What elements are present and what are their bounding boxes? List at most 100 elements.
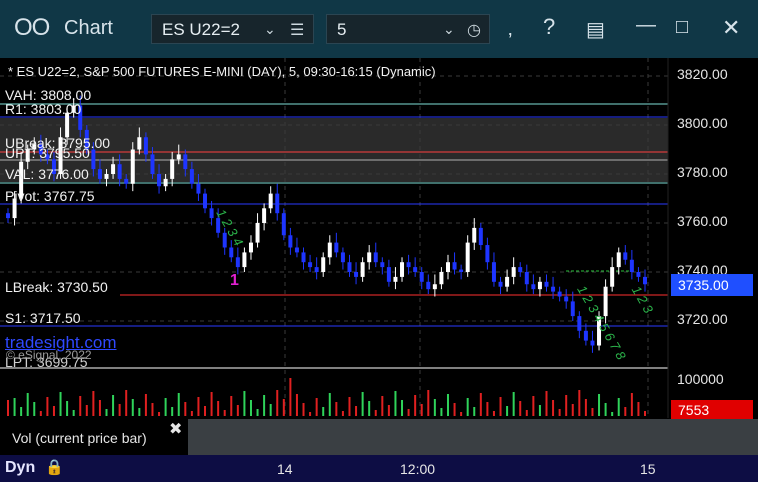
volume-bar bbox=[571, 404, 574, 416]
volume-bar bbox=[184, 402, 187, 416]
candle-body bbox=[373, 252, 378, 263]
panel-resize-strip[interactable] bbox=[188, 419, 758, 455]
volume-bar bbox=[624, 407, 627, 416]
volume-bar bbox=[532, 396, 535, 416]
dynamic-mode-button[interactable]: Dyn bbox=[5, 459, 35, 477]
candle-body bbox=[268, 193, 273, 209]
candle-body bbox=[308, 262, 313, 268]
volume-bar bbox=[355, 406, 358, 416]
candle-body bbox=[340, 252, 345, 263]
lock-icon[interactable]: 🔒 bbox=[45, 458, 64, 476]
volume-bar bbox=[197, 397, 200, 416]
volume-bar bbox=[407, 409, 410, 416]
volume-bar bbox=[538, 405, 541, 416]
volume-bar bbox=[269, 404, 272, 416]
candle-body bbox=[189, 169, 194, 184]
volume-bar bbox=[401, 400, 404, 416]
volume-bar bbox=[158, 412, 161, 416]
volume-bar bbox=[249, 400, 252, 416]
volume-bar bbox=[479, 393, 482, 416]
volume-max-label: 100000 bbox=[677, 371, 724, 387]
candle-body bbox=[518, 267, 523, 272]
candle-body bbox=[478, 227, 483, 246]
candle-body bbox=[557, 291, 562, 297]
volume-bar bbox=[420, 404, 423, 416]
volume-bar bbox=[118, 404, 121, 416]
candle-body bbox=[124, 178, 129, 184]
volume-bar bbox=[381, 396, 384, 416]
candle-body bbox=[242, 252, 247, 268]
candle-body bbox=[498, 281, 503, 287]
volume-bar bbox=[236, 405, 239, 416]
candle-body bbox=[163, 178, 168, 187]
candle-body bbox=[255, 223, 260, 243]
candle-body bbox=[111, 164, 116, 174]
candle-body bbox=[505, 276, 510, 287]
candle-body bbox=[485, 245, 490, 263]
lbreak-label: LBreak: 3730.50 bbox=[5, 279, 108, 295]
volume-bar bbox=[433, 399, 436, 416]
volume-bar bbox=[328, 393, 331, 416]
volume-bar bbox=[204, 406, 207, 416]
s1-label: S1: 3717.50 bbox=[5, 310, 81, 326]
volume-bar bbox=[558, 409, 561, 416]
volume-bar bbox=[59, 392, 62, 416]
volume-bar bbox=[79, 396, 82, 416]
candle-body bbox=[577, 316, 582, 331]
volume-bar bbox=[427, 390, 430, 416]
volume-bar bbox=[171, 407, 174, 416]
val-label: VAL: 3776.00 bbox=[5, 166, 89, 182]
volume-bar bbox=[66, 401, 69, 416]
upt-label: UPT: 3795.50 bbox=[5, 145, 90, 161]
y-tick-label: 3820.00 bbox=[677, 66, 728, 82]
volume-bar bbox=[446, 394, 449, 416]
volume-bar bbox=[138, 408, 141, 416]
volume-bar bbox=[282, 399, 285, 416]
copyright-text: © eSignal, 2022 bbox=[6, 348, 92, 362]
volume-bar bbox=[72, 410, 75, 416]
volume-bar bbox=[565, 395, 568, 416]
volume-bar bbox=[512, 392, 515, 416]
y-tick-label: 3780.00 bbox=[677, 164, 728, 180]
volume-bar bbox=[20, 407, 23, 416]
volume-bar bbox=[217, 401, 220, 416]
volume-bar bbox=[190, 411, 193, 416]
candle-body bbox=[130, 149, 135, 184]
candle-body bbox=[583, 330, 588, 341]
candle-body bbox=[465, 242, 470, 272]
candle-body bbox=[91, 149, 96, 170]
candle-body bbox=[570, 301, 575, 317]
volume-bar bbox=[309, 412, 312, 416]
candle-body bbox=[301, 252, 306, 263]
volume-bar bbox=[374, 410, 377, 416]
volume-study-label[interactable]: Vol (current price bar) bbox=[12, 430, 147, 446]
volume-bar bbox=[33, 402, 36, 416]
volume-bar bbox=[394, 391, 397, 416]
volume-bar bbox=[92, 391, 95, 416]
volume-bar bbox=[243, 391, 246, 416]
candle-body bbox=[117, 164, 122, 179]
candle-body bbox=[623, 252, 628, 260]
candle-body bbox=[176, 154, 181, 160]
volume-bar bbox=[151, 403, 154, 416]
candle-body bbox=[551, 286, 556, 292]
candle-body bbox=[262, 208, 267, 223]
volume-bar bbox=[598, 394, 601, 416]
volume-bar bbox=[519, 401, 522, 416]
volume-bar bbox=[85, 405, 88, 416]
candle-body bbox=[157, 174, 162, 187]
candle-body bbox=[590, 340, 595, 346]
volume-bar bbox=[322, 407, 325, 416]
volume-bar bbox=[453, 403, 456, 416]
close-icon[interactable]: ✖ bbox=[169, 419, 182, 439]
candle-body bbox=[386, 267, 391, 282]
volume-bar bbox=[611, 412, 614, 416]
volume-bar bbox=[164, 398, 167, 416]
candle-body bbox=[248, 242, 253, 253]
volume-bar bbox=[630, 393, 633, 416]
volume-bar bbox=[644, 411, 646, 416]
candle-body bbox=[610, 267, 615, 287]
candle-body bbox=[616, 252, 621, 268]
candle-body bbox=[104, 174, 109, 179]
volume-current-tag: 7553 bbox=[671, 400, 753, 420]
